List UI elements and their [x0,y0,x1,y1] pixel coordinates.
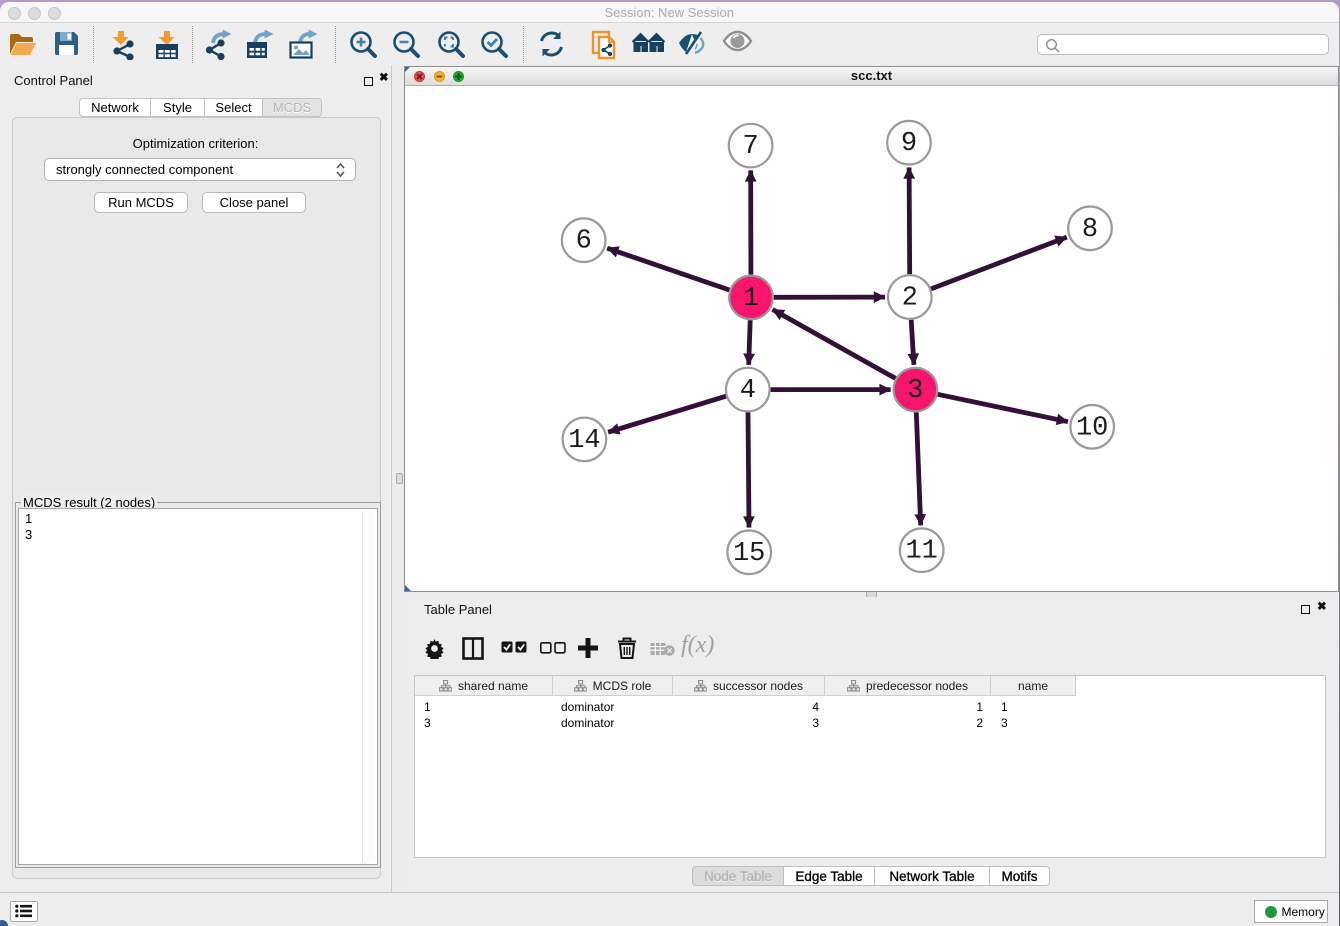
svg-text:14: 14 [568,426,600,456]
svg-text:4: 4 [740,376,756,406]
svg-text:1: 1 [743,284,759,314]
svg-text:11: 11 [905,537,937,567]
svg-text:8: 8 [1082,215,1098,245]
svg-text:2: 2 [902,284,918,314]
svg-text:10: 10 [1076,413,1108,443]
svg-text:9: 9 [901,129,917,159]
svg-text:3: 3 [907,376,923,406]
svg-text:6: 6 [576,227,592,257]
svg-text:7: 7 [742,132,758,162]
svg-text:15: 15 [733,539,765,569]
